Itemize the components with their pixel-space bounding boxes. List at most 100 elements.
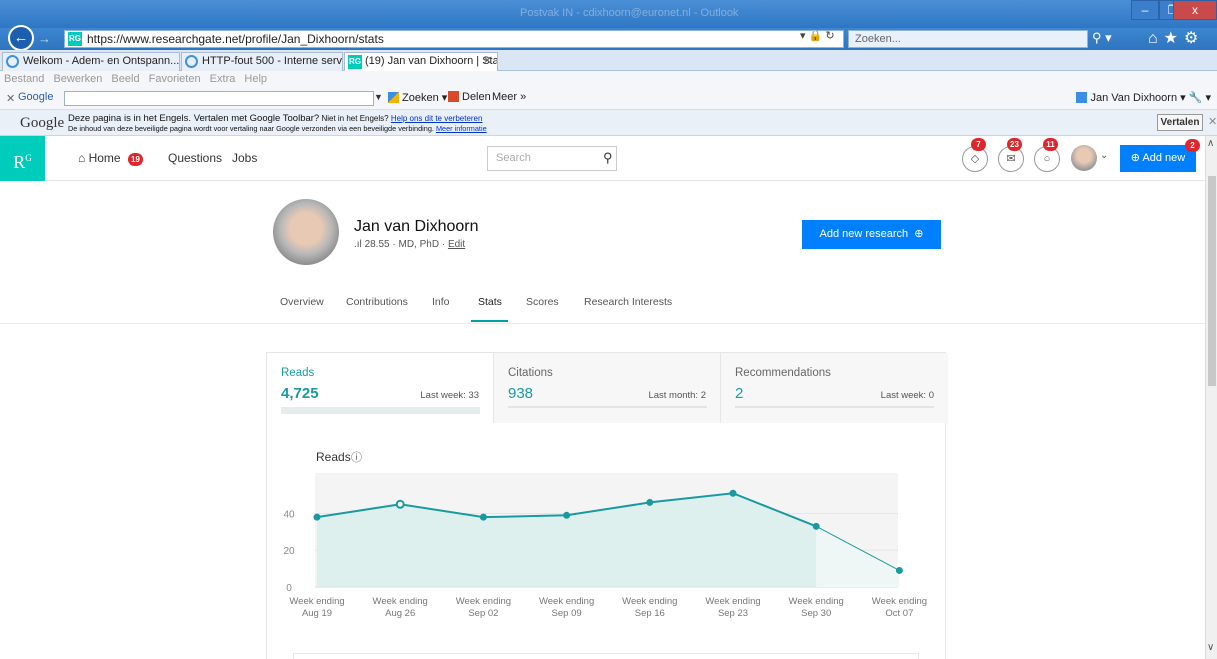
questions-button[interactable]: ○ 11 (1034, 138, 1060, 172)
menu-bestand[interactable]: Bestand (4, 73, 44, 85)
share-icon (448, 91, 459, 102)
chevron-down-icon[interactable]: ∨ (1207, 642, 1214, 653)
back-button[interactable]: ← (8, 25, 34, 51)
google-user-menu[interactable]: Jan Van Dixhoorn ▾ 🔧 ▾ (1076, 91, 1211, 104)
minimize-button[interactable]: – (1131, 0, 1159, 20)
tab-contributions[interactable]: Contributions (346, 296, 408, 308)
tab-scores[interactable]: Scores (526, 296, 559, 308)
close-translate-icon[interactable]: ✕ (1208, 115, 1217, 128)
scroll-thumb[interactable] (1208, 176, 1216, 386)
close-tab-icon[interactable]: ✕ (483, 53, 492, 70)
ie-favicon-icon (6, 55, 19, 68)
google-search-button[interactable]: Zoeken ▾ (388, 91, 447, 104)
nav-questions[interactable]: Questions (168, 151, 222, 165)
y-tick-label: 20 (283, 546, 295, 557)
search-icon[interactable]: ⚲ (603, 150, 613, 166)
ie-favicon-icon (185, 55, 198, 68)
chevron-down-icon[interactable]: ▼ (374, 92, 383, 102)
close-icon[interactable]: ✕ (6, 92, 15, 105)
google-toolbar: ✕ Google ▼ Zoeken ▾ Delen Meer » Jan Van… (0, 88, 1217, 110)
more-button[interactable]: Meer » (492, 91, 526, 103)
data-point (563, 511, 571, 519)
score-bars-icon: .ıl (354, 239, 362, 250)
more-info-link[interactable]: Meer informatie (436, 124, 487, 133)
plus-circle-icon: ⊕ (911, 228, 924, 240)
menu-favorieten[interactable]: Favorieten (149, 73, 201, 85)
window-title: Postvak IN - cdixhoorn@euronet.nl - Outl… (520, 7, 739, 19)
notifications-button[interactable]: ◇ 7 (962, 138, 988, 172)
favorites-star-icon[interactable]: ★ (1164, 30, 1184, 47)
avatar[interactable] (1071, 145, 1097, 171)
add-new-badge: 2 (1185, 139, 1200, 152)
x-tick-label-line1: Week ending (539, 596, 594, 607)
profile-name: Jan van Dixhoorn (354, 218, 479, 235)
tab-http-error[interactable]: HTTP-fout 500 - Interne serverf... (181, 52, 343, 71)
data-point (395, 499, 405, 509)
researchgate-header: RG ⌂ Home 19 Questions Jobs Search ⚲ ◇ 7… (0, 136, 1205, 181)
share-button[interactable]: Delen (448, 91, 491, 103)
dropdown-icon[interactable]: ▾ (800, 30, 806, 42)
y-tick-label: 40 (283, 509, 295, 520)
researchgate-favicon-icon: RG (348, 55, 362, 69)
chevron-down-icon[interactable]: ⌄ (1100, 150, 1108, 161)
messages-button[interactable]: ✉ 23 (998, 138, 1024, 172)
browser-search-input[interactable]: Zoeken... (848, 30, 1088, 48)
menu-extra[interactable]: Extra (210, 73, 236, 85)
tab-welkom[interactable]: Welkom - Adem- en Ontspann... (2, 52, 180, 71)
google-search-input[interactable] (64, 91, 374, 106)
translate-button[interactable]: Vertalen (1157, 114, 1203, 131)
chrome-icons: ⌂★⚙ (1148, 28, 1204, 48)
tab-research-interests[interactable]: Research Interests (584, 296, 672, 308)
active-tab-indicator (471, 320, 508, 322)
home-badge: 19 (127, 153, 143, 166)
data-point (729, 489, 737, 497)
window-titlebar: Postvak IN - cdixhoorn@euronet.nl - Outl… (0, 0, 1217, 28)
y-tick-label: 0 (286, 583, 292, 594)
tab-overview[interactable]: Overview (280, 296, 324, 308)
close-window-button[interactable]: x (1173, 0, 1217, 20)
menu-beeld[interactable]: Beeld (111, 73, 139, 85)
data-point (812, 522, 820, 530)
researchgate-favicon-icon: RG (68, 32, 82, 46)
x-tick-label-line2: Sep 30 (801, 608, 831, 619)
search-input[interactable]: Search (487, 146, 617, 171)
edit-link[interactable]: Edit (448, 239, 465, 250)
search-icon[interactable]: ⚲ ▾ (1092, 30, 1112, 46)
data-point (479, 513, 487, 521)
refresh-icon[interactable]: ↻ (825, 30, 834, 42)
lock-icon[interactable]: 🔒 (809, 30, 823, 42)
tab-stats[interactable]: Stats (478, 296, 502, 308)
menu-help[interactable]: Help (244, 73, 267, 85)
researchgate-logo[interactable]: RG (0, 136, 45, 181)
nav-jobs[interactable]: Jobs (232, 151, 257, 165)
menu-bewerken[interactable]: Bewerken (53, 73, 102, 85)
x-tick-label-line1: Week ending (373, 596, 428, 607)
data-point (646, 498, 654, 506)
x-tick-label-line1: Week ending (872, 596, 927, 607)
google-logo: Google (20, 115, 65, 131)
info-icon: ⓘ (351, 451, 362, 464)
x-tick-label-line2: Sep 23 (718, 608, 748, 619)
gear-icon[interactable]: ⚙ (1184, 30, 1204, 47)
profile-avatar[interactable] (273, 199, 339, 265)
page-scrollbar[interactable]: ∧ ∨ (1205, 136, 1217, 659)
address-bar[interactable]: RG https://www.researchgate.net/profile/… (64, 30, 844, 48)
home-icon[interactable]: ⌂ (1148, 30, 1164, 47)
nav-home[interactable]: ⌂ Home 19 (78, 151, 143, 166)
address-url: https://www.researchgate.net/profile/Jan… (87, 32, 384, 46)
navigation-bar: ← → RG https://www.researchgate.net/prof… (0, 25, 1217, 51)
help-improve-link[interactable]: Help ons dit te verbeteren (391, 114, 483, 123)
x-tick-label-line1: Week ending (705, 596, 760, 607)
x-tick-label-line2: Sep 02 (468, 608, 498, 619)
tab-info[interactable]: Info (432, 296, 450, 308)
forward-button[interactable]: → (38, 31, 51, 46)
notifications-badge: 7 (971, 138, 986, 151)
profile-meta: .ıl 28.55 · MD, PhD · Edit (354, 239, 466, 250)
add-new-button[interactable]: ⊕ Add new 2 (1120, 139, 1200, 172)
add-new-research-button[interactable]: Add new research ⊕ (802, 220, 941, 249)
user-icon (1076, 92, 1088, 103)
chart-title: Reads (316, 450, 351, 464)
tab-researchgate-stats[interactable]: RG (19) Jan van Dixhoorn | Stats ✕ (344, 52, 498, 71)
chevron-up-icon[interactable]: ∧ (1207, 138, 1214, 149)
data-point (895, 566, 903, 574)
